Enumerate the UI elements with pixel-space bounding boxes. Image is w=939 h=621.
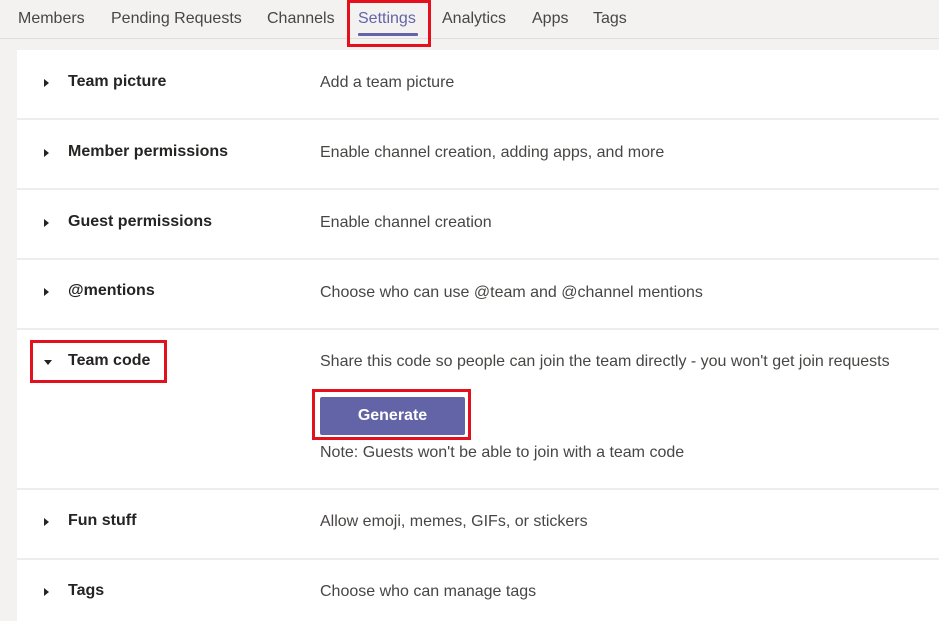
setting-row-tags[interactable]: Tags Choose who can manage tags (17, 560, 939, 621)
setting-row-fun-stuff[interactable]: Fun stuff Allow emoji, memes, GIFs, or s… (17, 490, 939, 560)
setting-title: Member permissions (68, 143, 229, 160)
caret-right-icon[interactable] (44, 79, 49, 87)
tab-channels[interactable]: Channels (267, 10, 335, 28)
setting-description: Choose who can manage tags (320, 583, 537, 600)
team-code-note: Note: Guests won't be able to join with … (320, 444, 685, 461)
setting-title: Fun stuff (68, 512, 137, 529)
setting-title: Guest permissions (68, 213, 213, 230)
setting-row-team-picture[interactable]: Team picture Add a team picture (17, 50, 939, 120)
setting-description: Enable channel creation (320, 214, 492, 231)
setting-row-guest-permissions[interactable]: Guest permissions Enable channel creatio… (17, 190, 939, 260)
setting-title: Tags (68, 582, 105, 599)
setting-description: Enable channel creation, adding apps, an… (320, 144, 665, 161)
caret-right-icon[interactable] (44, 288, 49, 296)
setting-description: Share this code so people can join the t… (320, 353, 890, 370)
caret-right-icon[interactable] (44, 518, 49, 526)
tab-tags[interactable]: Tags (593, 10, 627, 28)
tab-settings[interactable]: Settings (358, 10, 416, 28)
generate-button[interactable]: Generate (320, 397, 465, 435)
caret-right-icon[interactable] (44, 588, 49, 596)
caret-right-icon[interactable] (44, 149, 49, 157)
tab-bar: Members Pending Requests Channels Settin… (0, 0, 939, 39)
setting-title: @mentions (68, 282, 155, 299)
caret-right-icon[interactable] (44, 219, 49, 227)
setting-description: Choose who can use @team and @channel me… (320, 284, 703, 301)
setting-description: Allow emoji, memes, GIFs, or stickers (320, 513, 588, 530)
setting-row-member-permissions[interactable]: Member permissions Enable channel creati… (17, 120, 939, 190)
setting-title: Team code (68, 352, 151, 369)
caret-down-icon[interactable] (44, 360, 52, 365)
setting-title: Team picture (68, 73, 167, 90)
setting-row-mentions[interactable]: @mentions Choose who can use @team and @… (17, 260, 939, 330)
tab-apps[interactable]: Apps (532, 10, 568, 28)
setting-description: Add a team picture (320, 74, 455, 91)
tab-pending-requests[interactable]: Pending Requests (111, 10, 242, 28)
tab-members[interactable]: Members (18, 10, 85, 28)
active-tab-indicator (358, 33, 418, 36)
settings-panel: Team picture Add a team picture Member p… (17, 50, 939, 621)
setting-row-team-code[interactable]: Team code Share this code so people can … (17, 330, 939, 490)
tab-analytics[interactable]: Analytics (442, 10, 506, 28)
